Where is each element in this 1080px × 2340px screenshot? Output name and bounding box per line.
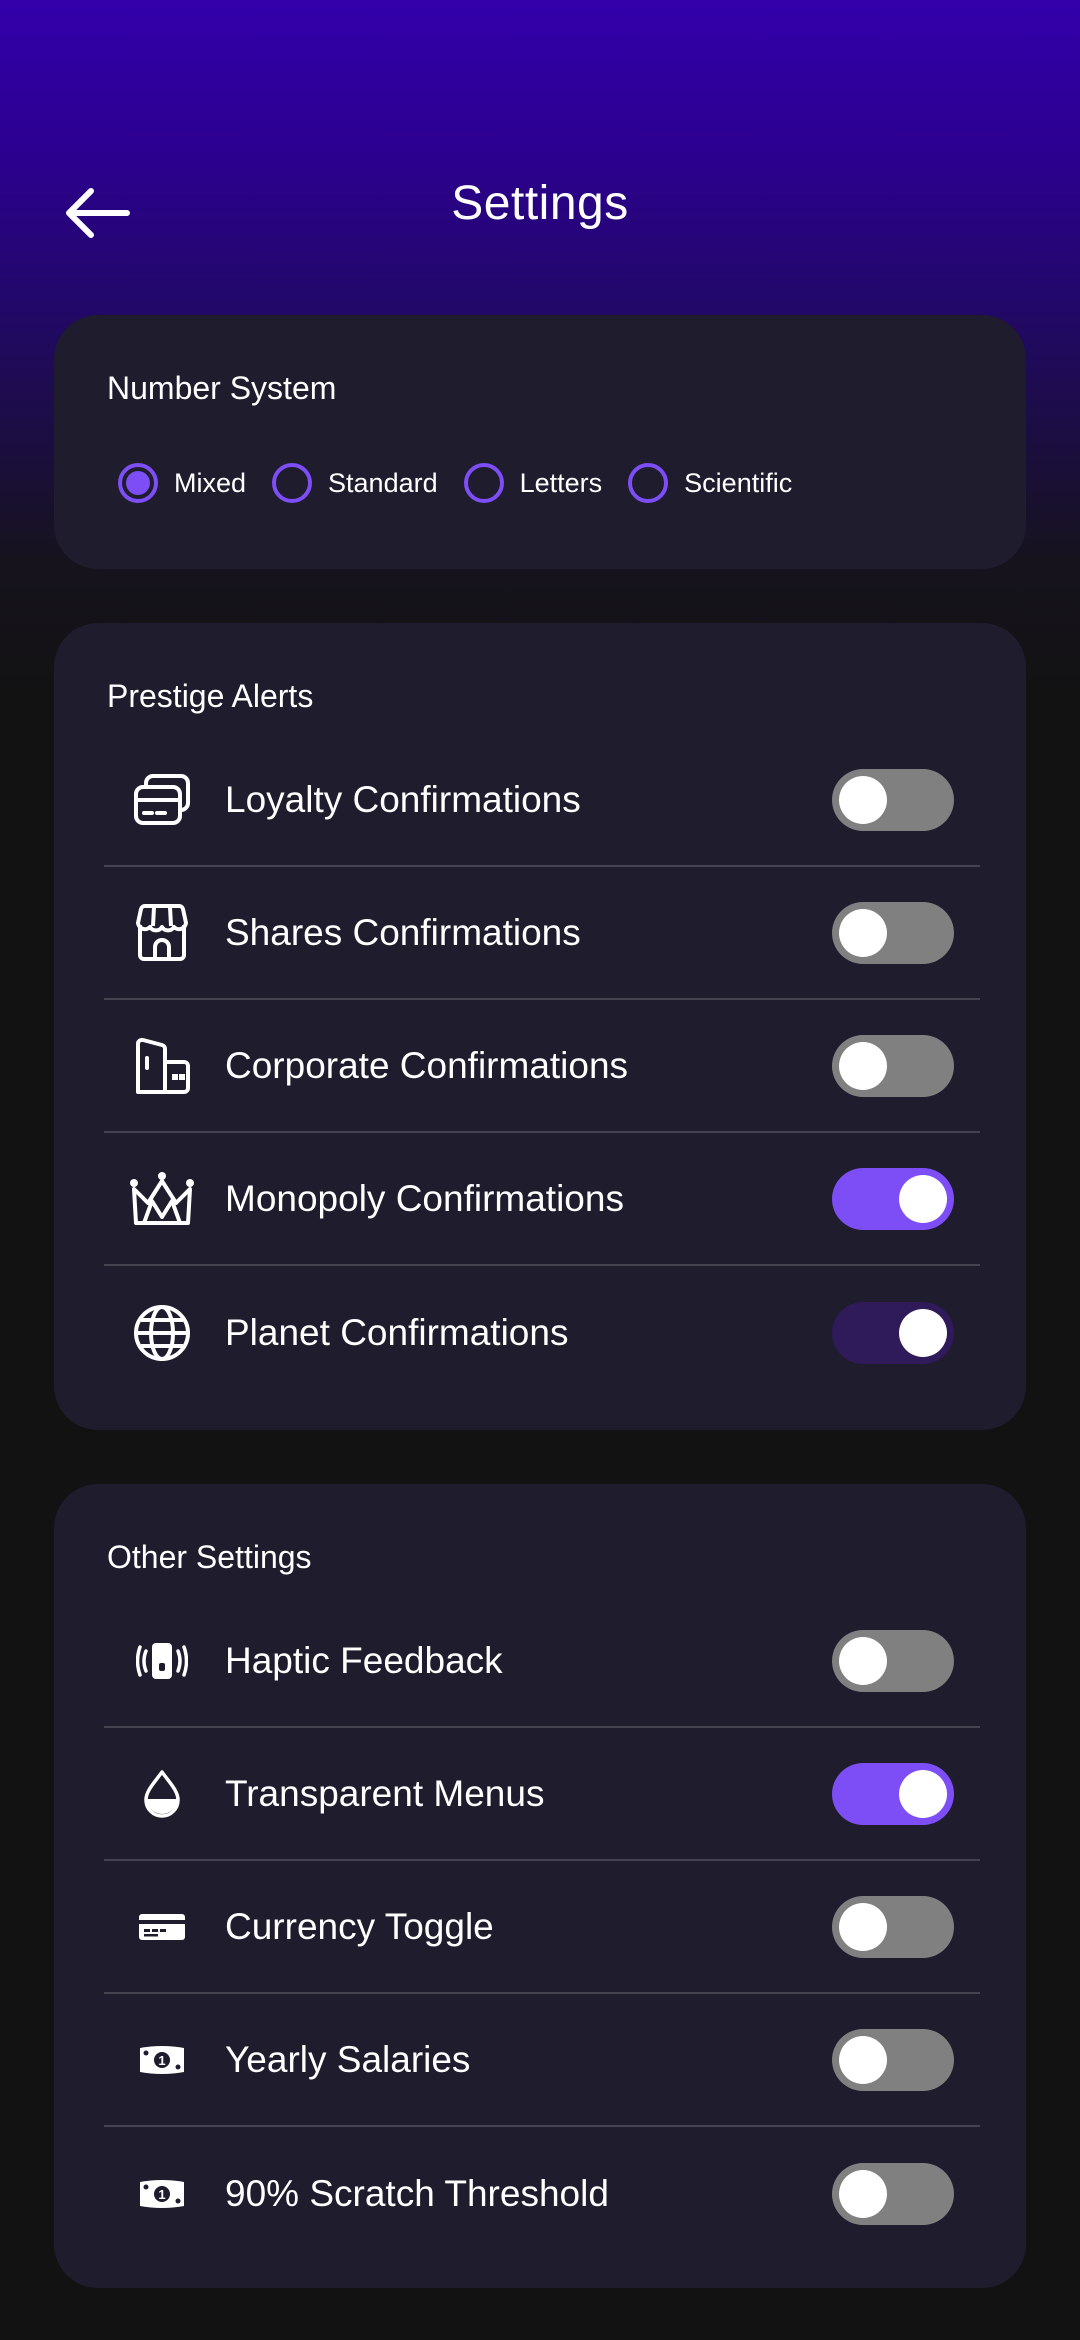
header: Settings [0,0,1080,300]
monopoly-confirmations-toggle[interactable] [832,1167,954,1230]
banknote-icon: 1 [130,2028,194,2092]
radio-button[interactable] [272,463,313,503]
currency-toggle-switch[interactable] [832,1895,954,1958]
crown-icon [130,1167,194,1231]
number-system-card: Number System Mixed Standard Letters Sci… [54,315,1026,569]
other-settings-card: Other Settings Haptic Feedback Transpare… [54,1484,1026,2288]
svg-text:1: 1 [158,2053,165,2068]
setting-label: 90% Scratch Threshold [225,2172,609,2214]
water-drop-icon [130,1762,194,1826]
page-title: Settings [451,177,629,230]
toggle-knob [839,1636,887,1685]
phone-vibrate-icon [130,1629,194,1693]
setting-row-planet-confirmations[interactable]: Planet Confirmations [104,1266,980,1399]
toggle-knob [839,2169,887,2218]
radio-option-mixed[interactable]: Mixed [118,463,246,503]
banknote-icon: 1 [130,2162,194,2226]
card-icon [130,1895,194,1959]
storefront-icon [130,901,194,965]
toggle-knob [839,1041,887,1090]
prestige-alerts-title: Prestige Alerts [107,678,314,714]
setting-row-transparent-menus[interactable]: Transparent Menus [104,1728,980,1861]
setting-row-currency-toggle[interactable]: Currency Toggle [104,1861,980,1994]
radio-option-scientific[interactable]: Scientific [628,463,792,503]
setting-row-scratch-threshold[interactable]: 1 90% Scratch Threshold [104,2127,980,2260]
setting-row-corporate-confirmations[interactable]: Corporate Confirmations [104,1000,980,1133]
shares-confirmations-toggle[interactable] [832,901,954,964]
prestige-alerts-card: Prestige Alerts Loyalty Confirmations Sh… [54,623,1026,1430]
toggle-knob [839,2035,887,2084]
radio-label: Standard [328,467,438,498]
setting-label: Planet Confirmations [225,1311,569,1353]
yearly-salaries-toggle[interactable] [832,2028,954,2091]
haptic-feedback-toggle[interactable] [832,1629,954,1692]
globe-icon [130,1301,194,1365]
radio-dot [126,471,150,495]
number-system-radio-group: Mixed Standard Letters Scientific [118,458,818,508]
buildings-icon [130,1034,194,1098]
loyalty-confirmations-toggle[interactable] [832,768,954,831]
toggle-knob [839,1902,887,1951]
planet-confirmations-toggle[interactable] [832,1301,954,1364]
radio-button-selected[interactable] [118,463,158,503]
toggle-knob [839,775,887,824]
toggle-knob [899,1174,947,1223]
setting-row-shares-confirmations[interactable]: Shares Confirmations [104,867,980,1000]
toggle-knob [899,1769,947,1818]
setting-label: Currency Toggle [225,1905,494,1947]
number-system-title: Number System [107,370,337,406]
radio-label: Letters [519,467,603,498]
setting-row-yearly-salaries[interactable]: 1 Yearly Salaries [104,1994,980,2127]
svg-text:1: 1 [158,2187,165,2202]
transparent-menus-toggle[interactable] [832,1762,954,1825]
radio-label: Mixed [174,467,247,498]
setting-row-haptic-feedback[interactable]: Haptic Feedback [104,1595,980,1728]
setting-label: Haptic Feedback [225,1639,503,1681]
scratch-threshold-toggle[interactable] [832,2162,954,2225]
corporate-confirmations-toggle[interactable] [832,1034,954,1097]
setting-label: Monopoly Confirmations [225,1177,624,1219]
radio-label: Scientific [684,467,793,498]
other-settings-title: Other Settings [107,1539,312,1575]
setting-label: Corporate Confirmations [225,1044,629,1086]
radio-button[interactable] [463,463,504,503]
setting-label: Yearly Salaries [225,2038,471,2080]
toggle-knob [839,908,887,957]
radio-option-letters[interactable]: Letters [463,463,603,503]
radio-option-standard[interactable]: Standard [272,463,438,503]
setting-label: Shares Confirmations [225,911,581,953]
radio-button[interactable] [628,463,669,503]
toggle-knob [899,1308,947,1357]
setting-row-loyalty-confirmations[interactable]: Loyalty Confirmations [104,734,980,867]
setting-label: Loyalty Confirmations [225,778,581,820]
setting-label: Transparent Menus [225,1772,545,1814]
setting-row-monopoly-confirmations[interactable]: Monopoly Confirmations [104,1133,980,1266]
cards-icon [130,768,194,832]
